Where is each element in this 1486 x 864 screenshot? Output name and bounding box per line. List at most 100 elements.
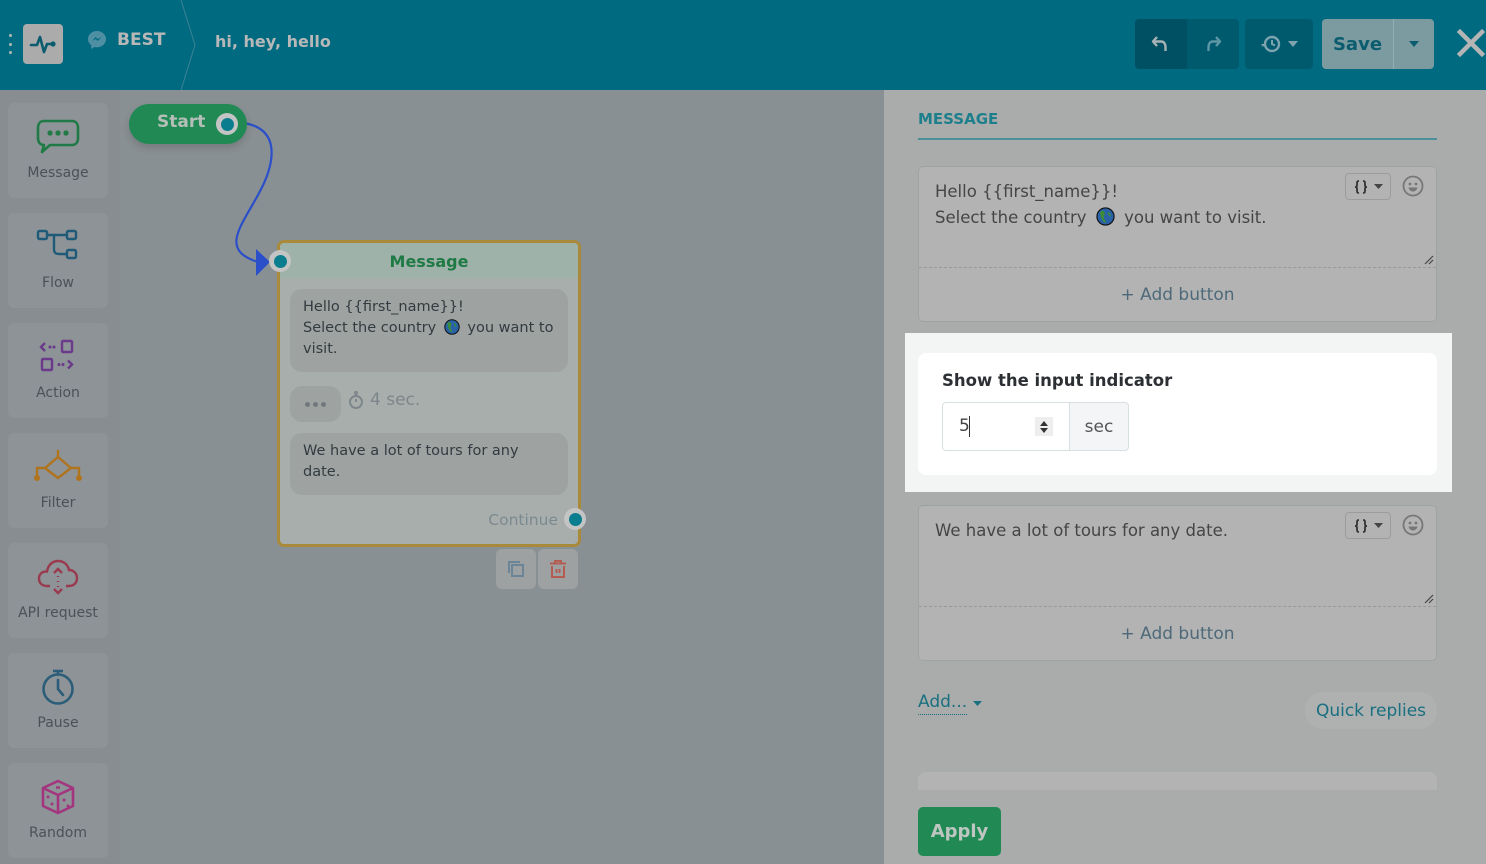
message-editor-2: We have a lot of tours for any date. + A…: [918, 505, 1437, 661]
sidebar-item-api-request[interactable]: API request: [8, 543, 108, 638]
message-node-header: Message: [280, 243, 578, 278]
spinner-down-icon: [1040, 427, 1048, 433]
bot-name-label: BEST: [117, 30, 166, 50]
action-icon: [39, 339, 74, 372]
bubble-text-line: visit.: [303, 341, 338, 357]
apply-button[interactable]: Apply: [918, 807, 1001, 856]
sidebar-item-action[interactable]: Action: [8, 323, 108, 418]
message-text-input[interactable]: Hello {{first_name}}! Select the country…: [935, 179, 1266, 231]
node-palette: Message Flow Action Filter API request P…: [0, 90, 120, 864]
bubble-text: Select the country: [303, 320, 437, 336]
chevron-down-icon: [1288, 41, 1298, 47]
seconds-unit-label: sec: [1069, 402, 1129, 451]
message-text-line: Select the country you want to visit.: [935, 205, 1266, 231]
pulse-logo-icon[interactable]: [23, 24, 63, 64]
spinner-up-icon: [1040, 420, 1048, 426]
undo-button[interactable]: [1135, 19, 1187, 69]
add-button-1[interactable]: + Add button: [919, 267, 1436, 321]
section-divider: [918, 138, 1437, 140]
redo-button[interactable]: [1187, 19, 1239, 69]
bubble-text-line: Hello {{first_name}}!: [303, 299, 464, 315]
sidebar-item-label: Random: [29, 825, 87, 841]
bubble-text: you want to: [467, 320, 554, 336]
sidebar-item-pause[interactable]: Pause: [8, 653, 108, 748]
sidebar-item-random[interactable]: Random: [8, 763, 108, 858]
filter-icon: [34, 450, 82, 481]
sidebar-item-label: Action: [36, 385, 80, 401]
save-button-group: Save: [1322, 19, 1434, 69]
message-bubble: We have a lot of tours for any date.: [290, 433, 568, 495]
chat-bubble-icon: [36, 119, 80, 154]
start-label: Start: [157, 112, 206, 132]
top-bar: BEST hi, hey, hello Save: [0, 0, 1486, 90]
bubble-text-line: date.: [303, 464, 341, 480]
copy-icon: [508, 561, 524, 577]
delete-node-button[interactable]: [538, 549, 578, 589]
sidebar-item-label: Filter: [40, 495, 76, 511]
message-text: you want to visit.: [1124, 208, 1267, 227]
start-node[interactable]: Start: [129, 104, 247, 144]
stopwatch-icon: [349, 391, 363, 409]
add-button-2[interactable]: + Add button: [919, 606, 1436, 660]
braces-icon: [1354, 518, 1367, 533]
chevron-down-icon: [1409, 41, 1419, 47]
sidebar-item-label: Message: [27, 165, 89, 181]
dice-icon: [41, 779, 75, 815]
input-indicator-card: Show the input indicator 5 sec: [918, 353, 1437, 475]
redo-icon: [1207, 36, 1222, 51]
history-icon: [1261, 35, 1281, 53]
message-text-line: Hello {{first_name}}!: [935, 182, 1118, 201]
flow-icon: [36, 229, 78, 260]
sidebar-item-label: Flow: [42, 275, 74, 291]
add-content-label: Add...: [918, 692, 968, 715]
save-options-button[interactable]: [1394, 19, 1434, 69]
message-node-title: Message: [389, 252, 469, 271]
collapsed-section: [918, 772, 1437, 790]
input-indicator-seconds-field[interactable]: 5: [942, 402, 1070, 451]
continue-label: Continue: [488, 511, 558, 529]
duplicate-node-button[interactable]: [496, 549, 536, 589]
undo-redo-group: [1135, 19, 1239, 69]
bubble-text-line: We have a lot of tours for any: [303, 443, 519, 459]
braces-icon: [1354, 179, 1367, 194]
insert-variable-button[interactable]: [1345, 173, 1391, 200]
globe-emoji-icon: [444, 319, 460, 335]
start-output-port[interactable]: [216, 113, 238, 135]
messenger-icon: [88, 31, 106, 49]
emoji-picker-icon[interactable]: [1402, 514, 1424, 536]
number-spinner[interactable]: [1035, 417, 1053, 436]
resize-handle-icon[interactable]: [1424, 255, 1434, 265]
chevron-down-icon: [1373, 184, 1383, 189]
emoji-picker-icon[interactable]: [1402, 175, 1424, 197]
sidebar-item-filter[interactable]: Filter: [8, 433, 108, 528]
add-content-dropdown[interactable]: Add...: [918, 692, 983, 715]
typing-delay-label: 4 sec.: [370, 390, 421, 410]
close-icon[interactable]: [1456, 28, 1486, 58]
message-node[interactable]: Message Hello {{first_name}}! Select the…: [269, 240, 586, 547]
flow-title[interactable]: hi, hey, hello: [215, 32, 331, 51]
message-input-port[interactable]: [269, 250, 291, 272]
chevron-down-icon: [973, 701, 983, 706]
sidebar-item-label: API request: [18, 605, 98, 621]
sidebar-item-flow[interactable]: Flow: [8, 213, 108, 308]
message-bubble: Hello {{first_name}}! Select the country…: [290, 289, 568, 372]
quick-replies-button[interactable]: Quick replies: [1305, 692, 1437, 729]
cloud-api-icon: [37, 559, 79, 595]
menu-icon[interactable]: [9, 34, 13, 54]
text-cursor: [969, 416, 970, 437]
section-title: MESSAGE: [918, 110, 999, 128]
message-editor-1: Hello {{first_name}}! Select the country…: [918, 166, 1437, 322]
message-text-input[interactable]: We have a lot of tours for any date.: [935, 518, 1228, 544]
insert-variable-button[interactable]: [1345, 512, 1391, 539]
history-button[interactable]: [1245, 19, 1313, 69]
sidebar-item-message[interactable]: Message: [8, 103, 108, 198]
continue-output-port[interactable]: [564, 508, 586, 530]
bot-name[interactable]: BEST: [87, 30, 165, 50]
globe-emoji-icon: [1096, 207, 1115, 226]
trash-icon: [550, 560, 566, 578]
save-button[interactable]: Save: [1322, 19, 1394, 69]
undo-icon: [1151, 36, 1167, 51]
resize-handle-icon[interactable]: [1424, 594, 1434, 604]
message-text: Select the country: [935, 208, 1087, 227]
timer-icon: [42, 669, 74, 705]
